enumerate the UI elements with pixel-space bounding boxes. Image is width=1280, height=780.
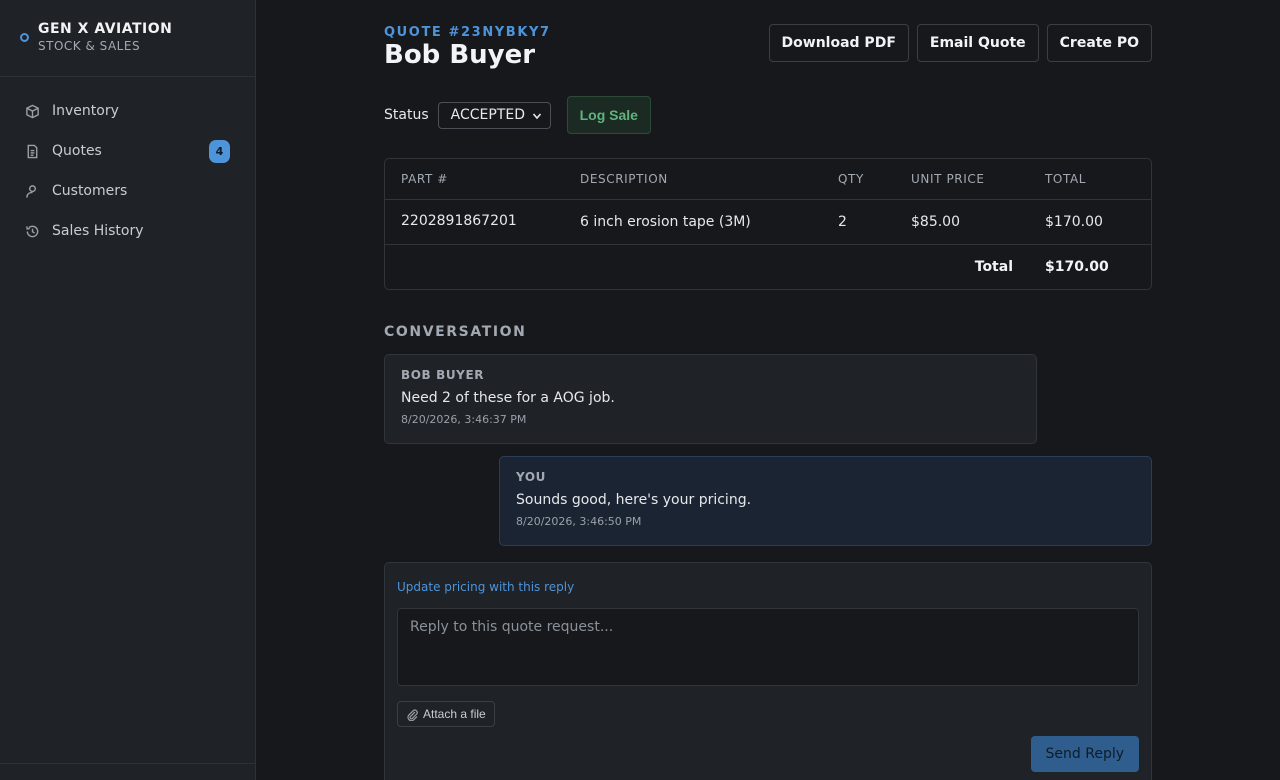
create-po-button[interactable]: Create PO: [1046, 24, 1152, 62]
message-author: YOU: [516, 470, 547, 484]
sidebar-item-label: Customers: [52, 183, 128, 199]
quote-number: QUOTE #23NYBKY7: [384, 25, 551, 40]
total-label: Total: [974, 259, 1013, 275]
sidebar-item-sales-history[interactable]: Sales History: [0, 211, 255, 251]
brand-logo-icon: [20, 33, 29, 42]
update-pricing-link[interactable]: Update pricing with this reply: [397, 580, 574, 594]
brand-subtitle: STOCK & SALES: [38, 39, 141, 53]
quote-actions: Download PDF Email Quote Create PO: [768, 24, 1152, 62]
column-header-unit-price: UNIT PRICE: [911, 172, 985, 186]
status-label: Status: [384, 107, 429, 123]
line-items-table: PART # DESCRIPTION QTY UNIT PRICE TOTAL …: [384, 158, 1152, 290]
send-reply-button[interactable]: Send Reply: [1030, 736, 1139, 772]
sidebar-footer-divider: [0, 763, 255, 764]
conversation-title: CONVERSATION: [384, 324, 527, 340]
message-body: Sounds good, here's your pricing.: [516, 492, 752, 508]
status-value: ACCEPTED: [450, 107, 525, 123]
sidebar: GEN X AVIATION STOCK & SALES Inventory Q…: [0, 0, 256, 780]
message-body: Need 2 of these for a AOG job.: [401, 390, 615, 406]
history-icon: [24, 223, 40, 239]
sidebar-item-label: Sales History: [52, 223, 144, 239]
document-icon: [24, 143, 40, 159]
column-header-qty: QTY: [838, 172, 864, 186]
message-timestamp: 8/20/2026, 3:46:37 PM: [401, 413, 527, 426]
reply-composer: Update pricing with this reply Attach a …: [384, 562, 1152, 780]
brand: GEN X AVIATION STOCK & SALES: [0, 0, 255, 77]
column-header-total: TOTAL: [1045, 172, 1087, 186]
chevron-down-icon: [532, 112, 541, 119]
download-pdf-button[interactable]: Download PDF: [768, 24, 909, 62]
paperclip-icon: [406, 708, 419, 721]
status-row: Status ACCEPTED Log Sale: [384, 96, 651, 134]
sidebar-item-inventory[interactable]: Inventory: [0, 91, 255, 131]
grand-total: $170.00: [1045, 259, 1109, 275]
part-total: $170.00: [1045, 214, 1103, 230]
sidebar-item-quotes[interactable]: Quotes 4: [0, 131, 255, 171]
sidebar-item-label: Quotes: [52, 143, 102, 159]
reply-input[interactable]: [397, 608, 1139, 686]
part-qty: 2: [838, 214, 847, 230]
email-quote-button[interactable]: Email Quote: [916, 24, 1039, 62]
part-number: 2202891867201: [401, 213, 517, 229]
quotes-count-badge: 4: [209, 140, 230, 163]
attach-file-button[interactable]: Attach a file: [397, 701, 495, 727]
column-header-description: DESCRIPTION: [580, 172, 668, 186]
table-header: PART # DESCRIPTION QTY UNIT PRICE TOTAL: [385, 159, 1151, 200]
sidebar-item-customers[interactable]: Customers: [0, 171, 255, 211]
log-sale-button[interactable]: Log Sale: [566, 96, 651, 134]
part-description: 6 inch erosion tape (3M): [580, 214, 751, 230]
attach-file-label: Attach a file: [423, 707, 486, 721]
table-row: 2202891867201 6 inch erosion tape (3M) 2…: [385, 200, 1151, 245]
sidebar-item-label: Inventory: [52, 103, 119, 119]
message-author: BOB BUYER: [401, 368, 485, 382]
sidebar-nav: Inventory Quotes 4 Customers Sales Histo…: [0, 77, 255, 251]
user-icon: [24, 183, 40, 199]
page-title: Bob Buyer: [384, 40, 536, 70]
column-header-part: PART #: [401, 172, 448, 186]
box-icon: [24, 103, 40, 119]
status-select[interactable]: ACCEPTED: [437, 101, 551, 129]
brand-title: GEN X AVIATION: [38, 21, 173, 37]
table-footer: Total $170.00: [385, 245, 1151, 289]
message-timestamp: 8/20/2026, 3:46:50 PM: [516, 515, 642, 528]
part-unit-price: $85.00: [911, 214, 960, 230]
message-self: YOU Sounds good, here's your pricing. 8/…: [499, 456, 1152, 546]
message-customer: BOB BUYER Need 2 of these for a AOG job.…: [384, 354, 1037, 444]
